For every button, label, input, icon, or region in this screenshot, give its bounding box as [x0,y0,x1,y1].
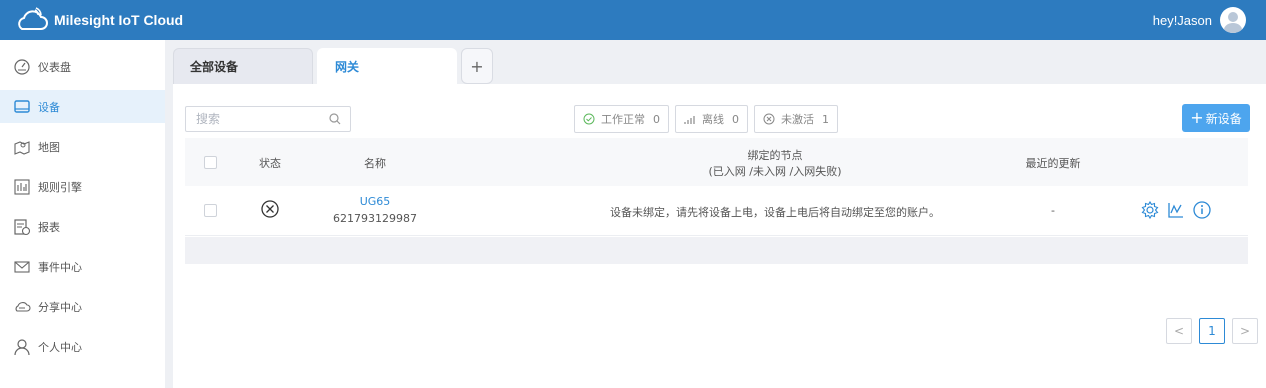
cloud-logo-icon [18,7,48,30]
column-nodes-subtitle: (已入网 /未入网 /入网失败) [708,165,842,178]
filter-label: 离线 [702,113,724,126]
avatar[interactable] [1220,7,1246,33]
sidebar-item-profile[interactable]: 个人中心 [0,330,165,363]
sidebar-item-label: 规则引擎 [38,180,82,194]
sidebar-item-map[interactable]: 地图 [0,130,165,163]
device-name-link[interactable]: UG65 [335,195,415,208]
filter-label: 工作正常 [601,113,645,126]
search-box [185,106,351,132]
signal-icon [684,116,695,124]
sidebar-item-events[interactable]: 事件中心 [0,250,165,283]
device-panel: 工作正常 0 离线 0 未激活 1 + 新设备 状态 名称 绑定的节点 ( [173,84,1266,388]
filter-count: 0 [732,112,739,126]
filter-offline[interactable]: 离线 0 [675,105,748,133]
rule-engine-icon [12,177,32,197]
sidebar-item-label: 事件中心 [38,260,82,274]
x-circle-icon [763,113,775,125]
device-serial: 621793129987 [333,212,417,225]
table-header: 状态 名称 绑定的节点 (已入网 /未入网 /入网失败) 最近的更新 [185,138,1248,186]
table-empty-row [185,237,1248,264]
last-updated: - [1051,204,1055,217]
user-menu[interactable]: hey!Jason [1153,5,1246,35]
status-filters: 工作正常 0 离线 0 未激活 1 [574,105,844,133]
main-area: 全部设备 网关 + 工作正常 0 离线 0 未激活 1 [165,40,1266,388]
person-icon [12,337,32,357]
chart-icon[interactable] [1166,200,1186,220]
map-icon [12,137,32,157]
info-icon[interactable] [1192,200,1212,220]
select-all-checkbox[interactable] [204,156,217,169]
plus-icon: + [1190,108,1204,127]
mail-icon [12,257,32,277]
next-page-button[interactable]: > [1232,318,1258,344]
row-checkbox[interactable] [204,204,217,217]
sidebar-item-label: 仪表盘 [38,60,71,74]
sidebar-item-rule-engine[interactable]: 规则引擎 [0,170,165,203]
check-circle-icon [583,113,595,125]
filter-count: 1 [822,112,829,126]
brand-name: Milesight IoT Cloud [54,12,184,28]
user-name: hey!Jason [1152,12,1212,28]
filter-normal[interactable]: 工作正常 0 [574,105,669,133]
filter-count: 0 [653,112,660,126]
sidebar-item-devices[interactable]: 设备 [0,90,165,123]
avatar-body [1224,23,1242,33]
column-status: 状态 [259,157,281,170]
x-circle-icon [261,200,279,218]
nodes-message: 设备未绑定，请先将设备上电，设备上电后将自动绑定至您的账户。 [610,206,940,219]
gear-icon[interactable] [1140,200,1160,220]
search-icon[interactable] [328,112,342,126]
report-icon [12,217,32,237]
sidebar-item-label: 报表 [38,220,60,234]
new-device-button[interactable]: + 新设备 [1182,104,1250,132]
sidebar-item-label: 分享中心 [38,300,82,314]
column-nodes: 绑定的节点 [747,149,803,162]
new-device-label: 新设备 [1205,111,1242,126]
sidebar-item-share[interactable]: 分享中心 [0,290,165,323]
dashboard-icon [12,57,32,77]
sidebar-item-report[interactable]: 报表 [0,210,165,243]
tab-all-devices[interactable]: 全部设备 [173,48,313,84]
top-bar: Milesight IoT Cloud hey!Jason [0,0,1266,40]
sidebar-item-label: 设备 [38,100,60,114]
sidebar-item-label: 个人中心 [38,340,82,354]
brand[interactable]: Milesight IoT Cloud [14,5,183,35]
avatar-head [1228,12,1238,22]
column-updated: 最近的更新 [1025,157,1081,170]
add-tab-button[interactable]: + [461,48,493,84]
page-number-button[interactable]: 1 [1199,318,1225,344]
filter-inactive[interactable]: 未激活 1 [754,105,838,133]
device-icon [12,97,32,117]
prev-page-button[interactable]: < [1166,318,1192,344]
sidebar-item-label: 地图 [38,140,60,154]
sidebar-item-dashboard[interactable]: 仪表盘 [0,50,165,83]
table-row[interactable]: UG65 621793129987 设备未绑定，请先将设备上电，设备上电后将自动… [185,186,1248,236]
tab-gateways[interactable]: 网关 [317,48,457,84]
filter-label: 未激活 [781,113,814,126]
pagination: < 1 > [1159,318,1258,344]
column-name: 名称 [364,157,386,170]
cloud-share-icon [12,297,32,317]
search-input[interactable] [186,107,326,131]
sidebar: 仪表盘 设备 地图 规则引擎 报表 事件中心 分享中心 个人中心 [0,40,165,388]
